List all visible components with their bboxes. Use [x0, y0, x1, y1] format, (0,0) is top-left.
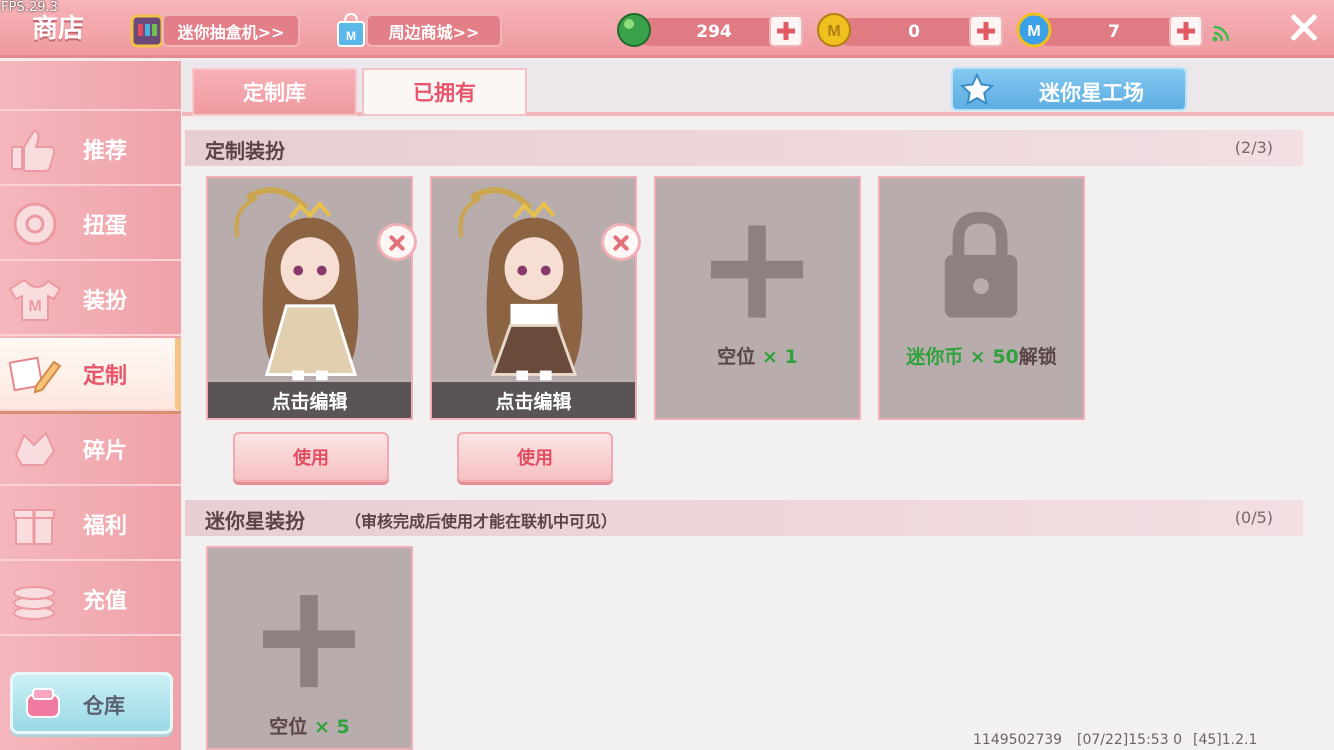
sidebar-item-gacha[interactable]: 扭蛋 — [0, 188, 181, 261]
slot-count: × 1 — [761, 346, 798, 368]
slot-label: 空位 — [269, 716, 308, 738]
svg-text:M: M — [346, 29, 356, 43]
slot-label: 空位 — [717, 346, 756, 368]
remove-outfit-icon[interactable] — [601, 223, 641, 261]
unlock-word: 解锁 — [1018, 346, 1057, 368]
user-id: 1149502739 — [973, 732, 1063, 748]
slot-count: × 5 — [313, 716, 350, 738]
use-button[interactable]: 使用 — [457, 432, 613, 482]
mini-point-value: 7 — [1108, 22, 1120, 42]
section-custom-outfits-header: 定制装扮 (2/3) — [185, 130, 1303, 166]
sidebar-item-welfare[interactable]: 福利 — [0, 488, 181, 561]
slot-text: 空位 × 5 — [208, 712, 411, 739]
add-mini-point-button[interactable] — [1169, 15, 1203, 47]
signal-icon — [1212, 25, 1230, 42]
empty-slot-card[interactable]: 空位 × 1 — [654, 176, 861, 420]
click-to-edit-label: 点击编辑 — [432, 382, 635, 418]
click-to-edit-label: 点击编辑 — [208, 382, 411, 418]
sidebar-item-label: 推荐 — [83, 139, 128, 164]
mini-coin-value: 0 — [908, 22, 920, 42]
lock-icon — [880, 178, 1083, 418]
section-mini-star-outfits-header: 迷你星装扮 （审核完成后使用才能在联机中可见） (0/5) — [185, 500, 1303, 536]
tab-custom-library[interactable]: 定制库 — [192, 68, 357, 116]
green-bean-icon — [617, 13, 651, 47]
section-title: 迷你星装扮 — [205, 509, 305, 533]
add-green-bean-button[interactable] — [769, 15, 803, 47]
sidebar-item-label: 装扮 — [83, 289, 128, 314]
star-icon — [959, 72, 995, 106]
svg-text:M: M — [827, 23, 840, 40]
svg-text:M: M — [1027, 23, 1040, 40]
sidebar-item-label: 定制 — [83, 364, 128, 389]
slot-text: 空位 × 1 — [656, 342, 859, 369]
sidebar-item-fragments[interactable]: 碎片 — [0, 413, 181, 486]
sidebar-item-outfit[interactable]: M 装扮 — [0, 263, 181, 336]
gift-icon — [13, 509, 55, 545]
svg-text:M: M — [28, 298, 41, 315]
use-button[interactable]: 使用 — [233, 432, 389, 482]
shopping-bag-icon[interactable]: M — [332, 10, 370, 50]
close-icon[interactable] — [1284, 8, 1324, 48]
add-mini-coin-button[interactable] — [969, 15, 1003, 47]
mini-point-icon: M — [1016, 12, 1052, 48]
green-bean-value: 294 — [696, 22, 732, 42]
fragments-icon — [14, 431, 56, 466]
sidebar-item-custom[interactable]: 定制 — [0, 338, 181, 411]
custom-pencil-icon — [8, 356, 62, 394]
sidebar-header — [0, 61, 181, 111]
sidebar-item-label: 福利 — [83, 514, 128, 539]
locked-slot-card[interactable]: 迷你币 × 50解锁 — [878, 176, 1085, 420]
sidebar: 推荐 扭蛋 M 装扮 定制 碎片 福利 充值 仓库 — [0, 61, 181, 750]
unlock-cost: 迷你币 × 50 — [906, 346, 1019, 368]
warehouse-button[interactable]: 仓库 — [10, 672, 173, 734]
remove-outfit-icon[interactable] — [377, 223, 417, 261]
mini-coin-icon: M — [817, 13, 851, 47]
empty-slot-card[interactable]: 空位 × 5 — [206, 546, 413, 750]
mini-star-factory-label: 迷你星工场 — [1039, 81, 1144, 105]
tab-owned[interactable]: 已拥有 — [362, 68, 527, 116]
blindbox-machine-icon[interactable] — [128, 10, 166, 50]
main-panel: 定制库 已拥有 迷你星工场 定制装扮 (2/3) 点击编辑 使用 点击编辑 使用… — [182, 61, 1334, 750]
section-count: (2/3) — [1234, 138, 1273, 157]
mini-star-factory-button[interactable]: 迷你星工场 — [951, 67, 1187, 111]
gacha-egg-icon — [13, 202, 57, 246]
sidebar-item-label: 充值 — [83, 589, 128, 614]
timestamp: [07/22]15:53 0 — [1077, 732, 1182, 748]
tshirt-icon: M — [8, 279, 62, 321]
sidebar-item-recharge[interactable]: 充值 — [0, 563, 181, 636]
section-count: (0/5) — [1234, 508, 1273, 527]
fps-counter: FPS:29.3 — [1, 0, 58, 15]
outfit-card[interactable]: 点击编辑 — [206, 176, 413, 420]
section-subtitle: （审核完成后使用才能在联机中可见） — [345, 512, 618, 531]
plus-icon — [656, 178, 859, 418]
section-title: 定制装扮 — [205, 139, 285, 163]
warehouse-label: 仓库 — [83, 694, 125, 718]
content-area: 定制装扮 (2/3) 点击编辑 使用 点击编辑 使用 空位 × 1 迷你币 × … — [182, 120, 1334, 750]
outfit-card[interactable]: 点击编辑 — [430, 176, 637, 420]
top-bar: 商店 迷你抽盒机>> M 周边商城>> 294 0 M 7 M — [0, 0, 1334, 58]
sidebar-item-label: 扭蛋 — [83, 214, 128, 239]
warehouse-icon — [26, 688, 60, 718]
sidebar-item-label: 碎片 — [83, 439, 128, 464]
thumbs-up-icon — [11, 129, 56, 172]
sidebar-item-recommend[interactable]: 推荐 — [0, 113, 181, 186]
blindbox-button[interactable]: 迷你抽盒机>> — [162, 14, 300, 47]
mall-button[interactable]: 周边商城>> — [366, 14, 502, 47]
unlock-text: 迷你币 × 50解锁 — [880, 342, 1083, 369]
version: [45]1.2.1 — [1193, 732, 1258, 748]
tab-bar: 定制库 已拥有 迷你星工场 — [182, 61, 1334, 116]
coin-stack-icon — [13, 586, 55, 620]
